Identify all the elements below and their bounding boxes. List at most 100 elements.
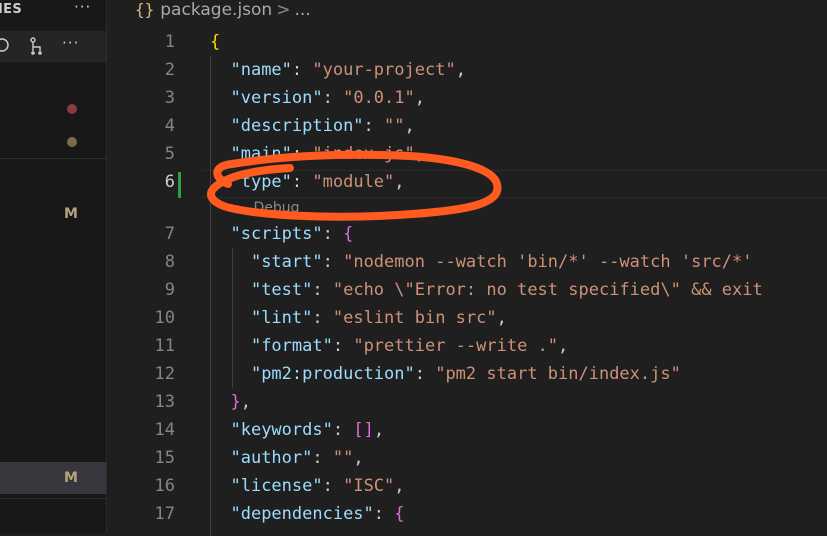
code-token: "version" (230, 88, 323, 108)
modified-badge: M (64, 206, 78, 222)
code-token: , (414, 144, 425, 164)
code-line[interactable]: 10 "lint": "eslint bin src", (106, 304, 827, 332)
code-token: , (240, 392, 251, 412)
line-number: 7 (164, 224, 175, 244)
code-token: "pm2 start bin/index.js" (435, 364, 681, 384)
code-line[interactable]: 7 "scripts": { (106, 220, 827, 248)
json-file-icon: {} (135, 0, 155, 19)
code-token: , (414, 88, 425, 108)
line-number: 6 (164, 172, 175, 192)
debug-codelens[interactable]: ▷ Debug (237, 198, 300, 218)
code-line[interactable]: 8 "start": "nodemon --watch 'bin/*' --wa… (106, 248, 827, 276)
code-token: , (455, 60, 466, 80)
code-token: "index.js" (312, 144, 415, 164)
code-token: : (332, 336, 354, 356)
code-line[interactable]: 2 "name": "your-project", (106, 56, 827, 84)
chevron-right-icon: > (276, 0, 291, 20)
code-token: : (322, 88, 344, 108)
line-number: 13 (154, 392, 175, 412)
code-line[interactable]: 13 }, (106, 388, 827, 416)
code-text: "license": "ISC", (210, 472, 404, 500)
line-number: 4 (164, 116, 175, 136)
line-number: 14 (154, 420, 175, 440)
code-text: "name": "your-project", (210, 56, 466, 84)
code-token: "" (384, 116, 405, 136)
code-token: "start" (250, 252, 323, 272)
code-token: "your-project" (312, 60, 456, 80)
line-number: 3 (164, 88, 175, 108)
code-text: "format": "prettier --write .", (210, 332, 568, 360)
code-token: "license" (230, 476, 323, 496)
code-text: "keywords": [], (210, 416, 384, 444)
code-line[interactable]: 4 "description": "", (106, 112, 827, 140)
modified-badge: M (64, 470, 78, 486)
code-token: : (312, 280, 333, 300)
code-token: "pm2:production" (250, 364, 415, 384)
divider (0, 498, 106, 499)
code-token: { (210, 32, 221, 52)
code-token: "description" (230, 116, 364, 136)
code-line[interactable]: 17 "dependencies": { (106, 500, 827, 528)
code-line[interactable]: 14 "keywords": [], (106, 416, 827, 444)
sidebar-title: IES (0, 2, 22, 17)
refresh-icon[interactable] (0, 37, 10, 53)
code-token: : (291, 60, 313, 80)
code-line[interactable]: 9 "test": "echo \"Error: no test specifi… (106, 276, 827, 304)
code-text: "scripts": { (210, 220, 353, 248)
ellipsis-icon[interactable]: ··· (74, 0, 91, 16)
code-line[interactable]: 12 "pm2:production": "pm2 start bin/inde… (106, 360, 827, 388)
code-line[interactable]: 11 "format": "prettier --write .", (106, 332, 827, 360)
line-number: 11 (154, 336, 175, 356)
breadcrumb-more[interactable]: ... (294, 0, 310, 20)
code-line[interactable]: 3 "version": "0.0.1", (106, 84, 827, 112)
code-line[interactable]: 1{ (106, 28, 827, 56)
source-control-graph-icon[interactable] (27, 36, 47, 56)
code-editor[interactable]: 1{2 "name": "your-project", 3 "version": … (106, 28, 827, 536)
code-text: "dependencies": { (210, 500, 405, 528)
code-token: "prettier --write ." (353, 336, 559, 356)
code-token: : (332, 420, 354, 440)
line-number: 1 (164, 32, 175, 52)
code-token: : (414, 364, 436, 384)
code-token: , (496, 308, 507, 328)
code-token: "main" (230, 144, 292, 164)
line-number: 10 (154, 308, 175, 328)
breadcrumb-file[interactable]: package.json (160, 0, 272, 20)
status-dot (67, 137, 77, 147)
code-line[interactable]: 6 "type": "module", (106, 168, 827, 196)
code-token: "name" (230, 60, 292, 80)
code-token: : (291, 172, 313, 192)
code-line[interactable]: 16 "license": "ISC", (106, 472, 827, 500)
code-token: , (394, 172, 405, 192)
ellipsis-icon[interactable]: ··· (62, 34, 79, 52)
code-text: "main": "index.js", (210, 140, 425, 168)
code-line[interactable]: 15 "author": "", (106, 444, 827, 472)
code-text: "version": "0.0.1", (210, 84, 425, 112)
line-number: 9 (164, 280, 175, 300)
code-token: : (312, 308, 333, 328)
line-number: 16 (154, 476, 175, 496)
play-icon: ▷ (237, 202, 246, 215)
code-token: "author" (230, 448, 313, 468)
code-text: }, (210, 388, 251, 416)
codelens-label: Debug (253, 200, 300, 216)
code-token: : (363, 116, 385, 136)
code-token: { (394, 504, 405, 524)
selected-list-item[interactable] (0, 462, 106, 494)
line-number: 15 (154, 448, 175, 468)
code-token: [] (353, 420, 374, 440)
code-token: "echo \"Error: no test specified\" && ex… (332, 280, 763, 300)
code-text: "type": "module", (210, 168, 405, 196)
code-line[interactable]: 5 "main": "index.js", (106, 140, 827, 168)
code-token: "type" (230, 172, 292, 192)
indent-guide (232, 248, 233, 388)
